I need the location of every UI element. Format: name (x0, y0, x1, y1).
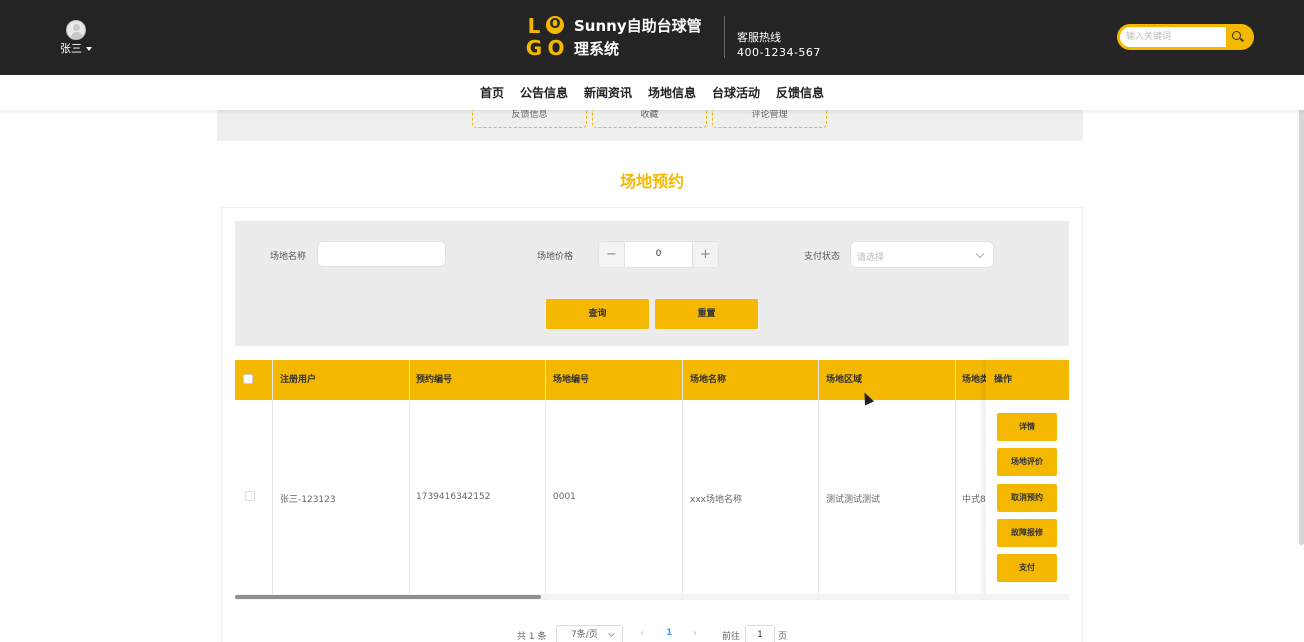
search-input[interactable] (1120, 27, 1226, 47)
column-header-user[interactable]: 注册用户 (280, 360, 316, 400)
nav-item-news[interactable]: 新闻资讯 (576, 84, 640, 101)
select-all-checkbox[interactable] (243, 374, 253, 384)
nav-item-activities[interactable]: 台球活动 (704, 84, 768, 101)
nav-item-feedback[interactable]: 反馈信息 (768, 84, 832, 101)
avatar[interactable] (66, 20, 86, 40)
hotline-label: 客服热线 (737, 31, 781, 44)
logo-letter: G (525, 36, 543, 60)
column-divider (272, 360, 273, 596)
page: 张三 L O G O Sunny自助台球管理系统 客服热线 400-1234-5… (0, 0, 1304, 642)
table-scrollbar[interactable] (235, 595, 541, 599)
page-size-select[interactable]: 7条/页 (556, 625, 623, 642)
venue-price-value[interactable]: 0 (625, 242, 692, 267)
search-icon[interactable] (1231, 30, 1245, 44)
page-suffix: 页 (778, 632, 788, 642)
column-divider (682, 360, 683, 596)
query-button[interactable]: 查询 (546, 299, 649, 329)
cell-venue-area: 测试测试测试 (826, 495, 881, 505)
header-divider (724, 16, 725, 58)
cell-booking-no: 1739416342152 (416, 492, 491, 502)
decrement-button[interactable]: − (599, 242, 625, 267)
prev-page-icon[interactable]: ‹ (640, 628, 644, 639)
column-divider (818, 360, 819, 596)
nav-item-notices[interactable]: 公告信息 (512, 84, 576, 101)
column-divider (545, 360, 546, 596)
logo-letter: O (547, 36, 565, 60)
actions-column: 操作 详情 场地评价 取消预约 故障报修 支付 (986, 360, 1069, 596)
table-header (235, 360, 1069, 400)
filter-panel (235, 221, 1069, 346)
logo-letter: L (527, 14, 541, 38)
user-menu[interactable]: 张三 (58, 18, 98, 58)
user-name: 张三 (60, 42, 82, 55)
caret-down-icon (86, 47, 92, 51)
increment-button[interactable]: + (692, 242, 718, 267)
pay-status-placeholder: 请选择 (857, 253, 885, 263)
column-divider (955, 360, 956, 596)
report-fault-button[interactable]: 故障报修 (997, 519, 1057, 547)
column-header-venue-area[interactable]: 场地区域 (826, 360, 862, 400)
column-header-venue-type[interactable]: 场地类 (962, 360, 986, 400)
venue-name-input[interactable] (317, 241, 446, 267)
hotline-number: 400-1234-567 (737, 46, 821, 59)
cancel-booking-button[interactable]: 取消预约 (997, 484, 1057, 512)
pay-button[interactable]: 支付 (997, 554, 1057, 582)
venue-name-label: 场地名称 (270, 252, 307, 262)
column-header-venue-no[interactable]: 场地编号 (553, 360, 589, 400)
venue-price-label: 场地价格 (537, 252, 574, 262)
search-box (1117, 24, 1254, 50)
logo-letter: O (546, 16, 564, 34)
goto-label: 前往 (722, 632, 741, 642)
next-page-icon[interactable]: › (693, 628, 697, 639)
pay-status-select[interactable]: 请选择 (850, 241, 994, 268)
cell-venue-name: xxx场地名称 (690, 495, 742, 505)
nav-item-venues[interactable]: 场地信息 (640, 84, 704, 101)
pay-status-label: 支付状态 (804, 252, 841, 262)
cell-venue-no: 0001 (553, 492, 576, 502)
pagination-total: 共 1 条 (517, 632, 547, 642)
column-header-actions: 操作 (986, 360, 1069, 400)
review-venue-button[interactable]: 场地评价 (997, 448, 1057, 476)
cell-user: 张三-123123 (280, 495, 336, 505)
column-header-booking-no[interactable]: 预约编号 (416, 360, 452, 400)
top-header: 张三 L O G O Sunny自助台球管理系统 客服热线 400-1234-5… (0, 0, 1304, 75)
logo: L O G O (524, 16, 568, 60)
site-title: Sunny自助台球管理系统 (574, 17, 702, 58)
row-checkbox[interactable] (245, 491, 255, 501)
chevron-down-icon (975, 249, 985, 259)
cell-venue-type: 中式8 (962, 495, 986, 505)
page-scrollbar[interactable] (1299, 75, 1304, 545)
page-title: 场地预约 (619, 172, 684, 191)
venue-price-stepper: − 0 + (598, 241, 719, 268)
nav-item-home[interactable]: 首页 (472, 84, 512, 101)
reset-button[interactable]: 重置 (655, 299, 758, 329)
current-page[interactable]: 1 (666, 628, 672, 638)
goto-page-input[interactable]: 1 (745, 625, 775, 642)
details-button[interactable]: 详情 (997, 413, 1057, 441)
column-header-venue-name[interactable]: 场地名称 (690, 360, 726, 400)
main-nav: 首页 公告信息 新闻资讯 场地信息 台球活动 反馈信息 (0, 75, 1304, 110)
column-divider (409, 360, 410, 596)
